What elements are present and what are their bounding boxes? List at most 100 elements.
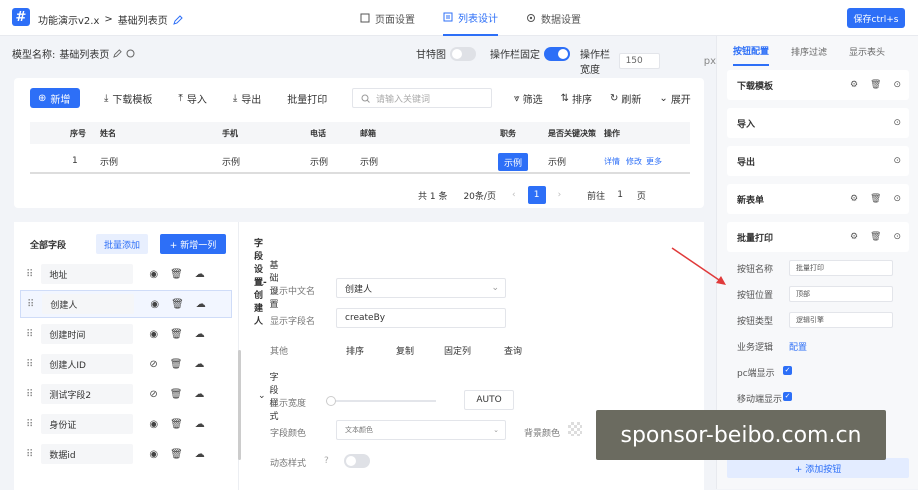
gear-icon[interactable]: ⚙: [850, 194, 858, 204]
batch-print-button[interactable]: 批量打印: [277, 88, 337, 108]
add-button[interactable]: ⊕ 新增: [30, 88, 80, 108]
field-row[interactable]: ⠿ 创建人ID ⊘ 🗑 ☁: [20, 350, 232, 378]
action-detail-link[interactable]: 详情: [604, 150, 620, 172]
trash-icon[interactable]: 🗑: [870, 194, 881, 204]
eye-icon[interactable]: ◉: [149, 329, 158, 340]
drag-handle-icon[interactable]: ⠿: [26, 419, 33, 430]
refresh-button[interactable]: ↻ 刷新: [610, 91, 641, 106]
btn-name-input[interactable]: 批量打印: [789, 260, 893, 276]
width-input[interactable]: 150: [618, 53, 660, 69]
toggle-icon[interactable]: ⊙: [893, 194, 901, 204]
bg-color-swatch[interactable]: [568, 422, 582, 436]
edit-icon[interactable]: [172, 14, 183, 25]
field-row[interactable]: ⠿ 地址 ◉ 🗑 ☁: [20, 260, 232, 288]
trash-icon[interactable]: 🗑: [170, 449, 183, 460]
option-sort[interactable]: 排序: [346, 344, 364, 357]
col-name[interactable]: 姓名: [100, 122, 116, 144]
tab-button-config[interactable]: 按钮配置: [733, 36, 770, 66]
cloud-settings-icon[interactable]: ☁: [195, 419, 205, 430]
btn-type-select[interactable]: 逻辑引擎: [789, 312, 893, 328]
batch-add-button[interactable]: 批量添加: [96, 234, 148, 254]
add-button-button[interactable]: + 添加按钮: [727, 458, 909, 478]
logic-config-link[interactable]: 配置: [789, 340, 807, 353]
prev-icon[interactable]: ‹: [512, 190, 516, 200]
button-card[interactable]: 导出 ⊙: [727, 146, 909, 176]
cn-name-select[interactable]: 创建人 ⌄: [336, 278, 506, 298]
sort-button[interactable]: ⇅ 排序: [561, 91, 592, 106]
tab-sort-filter[interactable]: 排序过滤: [791, 45, 827, 58]
drag-handle-icon[interactable]: ⠿: [26, 359, 33, 370]
trash-icon[interactable]: 🗑: [171, 299, 184, 310]
option-query[interactable]: 查询: [504, 344, 522, 357]
field-row[interactable]: ⠿ 创建时间 ◉ 🗑 ☁: [20, 320, 232, 348]
export-button[interactable]: ⤓ 导出: [223, 88, 271, 108]
cloud-settings-icon[interactable]: ☁: [196, 299, 206, 310]
drag-handle-icon[interactable]: ⠿: [26, 389, 33, 400]
next-icon[interactable]: ›: [558, 190, 562, 200]
trash-icon[interactable]: 🗑: [170, 269, 183, 280]
help-icon[interactable]: ?: [324, 456, 329, 466]
dynamic-style-toggle[interactable]: [344, 454, 370, 468]
filter-button[interactable]: ⩔ 筛选: [514, 91, 543, 106]
cloud-settings-icon[interactable]: ☁: [195, 329, 205, 340]
button-card[interactable]: 批量打印 ⚙ 🗑 ⊙: [727, 222, 909, 252]
cloud-settings-icon[interactable]: ☁: [195, 449, 205, 460]
fixed-toggle[interactable]: [544, 46, 570, 61]
button-card[interactable]: 新表单 ⚙ 🗑 ⊙: [727, 184, 909, 214]
option-fixed[interactable]: 固定列: [444, 344, 471, 357]
pager-goto-input[interactable]: 1: [617, 190, 623, 200]
import-button[interactable]: ⤒ 导入: [168, 88, 216, 108]
eye-icon[interactable]: ◉: [149, 419, 158, 430]
tab-table-header[interactable]: 显示表头: [849, 45, 885, 58]
search-input[interactable]: 请输入关键词: [352, 88, 492, 108]
action-more-link[interactable]: 更多: [646, 150, 662, 172]
drag-handle-icon[interactable]: ⠿: [26, 449, 33, 460]
eye-icon[interactable]: ◉: [149, 269, 158, 280]
download-template-button[interactable]: ⤓ 下载模板: [94, 88, 162, 108]
trash-icon[interactable]: 🗑: [870, 80, 881, 90]
toggle-icon[interactable]: ⊙: [893, 118, 901, 128]
gantt-toggle[interactable]: [450, 46, 476, 61]
tab-page-settings[interactable]: 页面设置: [360, 0, 415, 36]
toggle-icon[interactable]: ⊙: [893, 80, 901, 90]
cloud-settings-icon[interactable]: ☁: [194, 389, 204, 400]
trash-icon[interactable]: 🗑: [870, 232, 881, 242]
drag-handle-icon[interactable]: ⠿: [26, 329, 33, 340]
field-row[interactable]: ⠿ 身份证 ◉ 🗑 ☁: [20, 410, 232, 438]
pc-display-checkbox[interactable]: ✓: [783, 366, 792, 375]
cloud-settings-icon[interactable]: ☁: [194, 359, 204, 370]
cloud-settings-icon[interactable]: ☁: [195, 269, 205, 280]
toggle-icon[interactable]: ⊙: [893, 232, 901, 242]
button-card[interactable]: 下载模板 ⚙ 🗑 ⊙: [727, 70, 909, 100]
app-name[interactable]: 功能演示v2.x: [38, 12, 99, 27]
field-color-select[interactable]: 文本颜色 ⌄: [336, 420, 506, 440]
trash-icon[interactable]: 🗑: [170, 419, 183, 430]
expand-button[interactable]: ⌄ 展开: [659, 91, 690, 106]
gear-icon[interactable]: ⚙: [850, 80, 858, 90]
drag-handle-icon[interactable]: ⠿: [27, 299, 34, 310]
slider-handle[interactable]: [326, 396, 336, 406]
settings-icon[interactable]: [126, 49, 135, 58]
eye-off-icon[interactable]: ⊘: [149, 359, 157, 370]
eye-off-icon[interactable]: ⊘: [149, 389, 157, 400]
trash-icon[interactable]: 🗑: [170, 329, 183, 340]
action-edit-link[interactable]: 修改: [626, 150, 642, 172]
field-list-scrollbar[interactable]: [238, 350, 241, 460]
tab-list-design[interactable]: 列表设计: [443, 0, 498, 36]
pager-current[interactable]: 1: [527, 186, 546, 204]
option-copy[interactable]: 复制: [396, 344, 414, 357]
btn-position-select[interactable]: 顶部: [789, 286, 893, 302]
mobile-display-checkbox[interactable]: ✓: [783, 392, 792, 401]
tab-data-settings[interactable]: 数据设置: [526, 0, 581, 36]
toggle-icon[interactable]: ⊙: [893, 156, 901, 166]
eye-icon[interactable]: ◉: [149, 449, 158, 460]
trash-icon[interactable]: 🗑: [170, 389, 183, 400]
drag-handle-icon[interactable]: ⠿: [26, 269, 33, 280]
field-name-input[interactable]: createBy: [336, 308, 506, 328]
save-button[interactable]: 保存ctrl+s: [847, 8, 905, 28]
edit-icon[interactable]: [113, 49, 123, 58]
field-row[interactable]: ⠿ 测试字段2 ⊘ 🗑 ☁: [20, 380, 232, 408]
field-row[interactable]: ⠿ 创建人 ◉ 🗑 ☁: [20, 290, 232, 318]
pager-size[interactable]: 20条/页: [463, 189, 496, 202]
display-width-input[interactable]: AUTO: [464, 390, 514, 410]
